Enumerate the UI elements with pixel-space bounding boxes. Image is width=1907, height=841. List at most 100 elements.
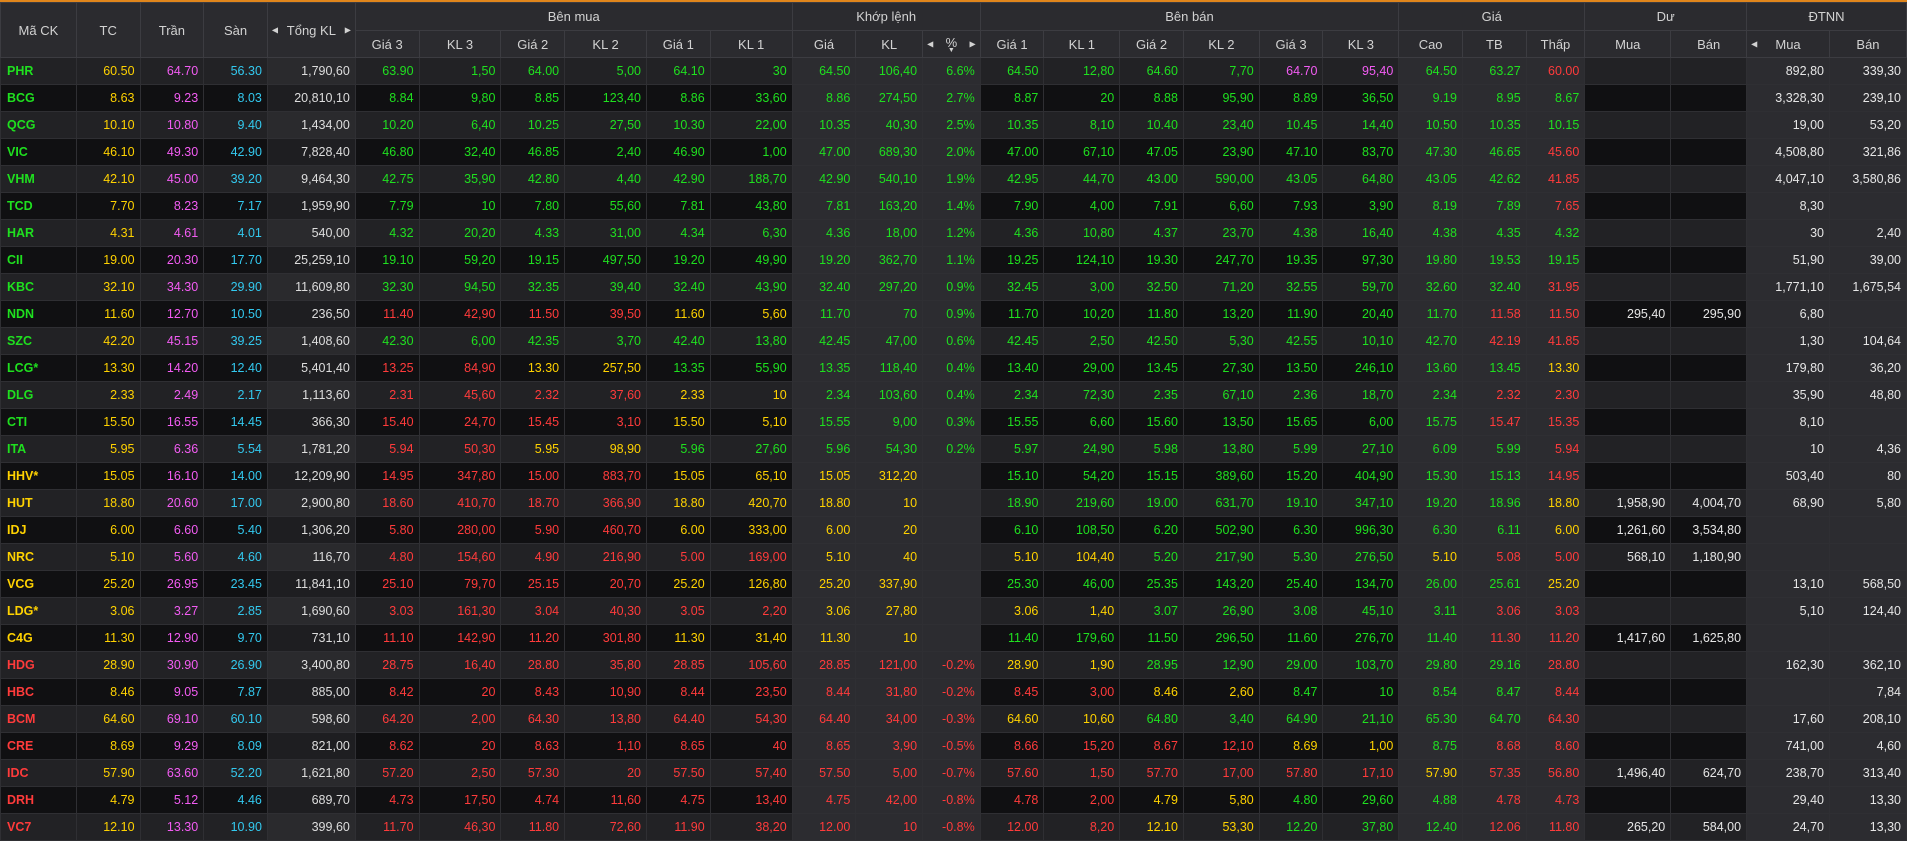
col-buy-5[interactable]: KL 1 (709, 30, 793, 58)
symbol-cell[interactable]: KBC (0, 273, 77, 301)
symbol-cell[interactable]: DLG (0, 381, 77, 409)
symbol-cell[interactable]: TCD (0, 192, 77, 220)
symbol-cell[interactable]: LDG* (0, 597, 77, 625)
symbol-cell[interactable]: IDC (0, 759, 77, 787)
table-row[interactable]: BCM 64.60 69.10 60.10 598,60 64.20 2,00 64.30 13… (0, 705, 1907, 733)
symbol-cell[interactable]: IDJ (0, 516, 77, 544)
buy-cell: 11,60 (564, 786, 647, 814)
col-price-0[interactable]: Cao (1398, 30, 1463, 58)
symbol-cell[interactable]: ITA (0, 435, 77, 463)
table-row[interactable]: VHM 42.10 45.00 39.20 9,464,30 42.75 35,90 42.8… (0, 165, 1907, 193)
col-match-1[interactable]: KL (855, 30, 924, 58)
col-buy-2[interactable]: Giá 2 (500, 30, 566, 58)
col-price-1[interactable]: TB (1461, 30, 1527, 58)
table-row[interactable]: CTI 15.50 16.55 14.45 366,30 15.40 24,70 15.45 3… (0, 408, 1907, 436)
table-row[interactable]: SZC 42.20 45.15 39.25 1,408,60 42.30 6,00 42.35… (0, 327, 1907, 355)
table-row[interactable]: LDG* 3.06 3.27 2.85 1,690,60 3.03 161,30 3.04 40… (0, 597, 1907, 625)
col-remain-0[interactable]: Mua (1584, 30, 1672, 58)
col-sell-4[interactable]: Giá 3 (1258, 30, 1324, 58)
col-match-0[interactable]: Giá (791, 30, 857, 58)
col-sell-5[interactable]: KL 3 (1322, 30, 1400, 58)
symbol-cell[interactable]: DRH (0, 786, 77, 814)
symbol-cell[interactable]: VC7 (0, 813, 77, 841)
scroll-left-icon[interactable]: ◀ (1751, 40, 1757, 49)
table-row[interactable]: KBC 32.10 34.30 29.90 11,609,80 32.30 94,50 32.… (0, 273, 1907, 301)
table-row[interactable]: NDN 11.60 12.70 10.50 236,50 11.40 42,90 11.50 3… (0, 300, 1907, 328)
table-row[interactable]: VIC 46.10 49.30 42.90 7,828,40 46.80 32,40 46.8… (0, 138, 1907, 166)
table-row[interactable]: HBC 8.46 9.05 7.87 885,00 8.42 20 8.43 10,90 8.44… (0, 678, 1907, 706)
symbol-cell[interactable]: SZC (0, 327, 77, 355)
buy-cell: 46.90 (646, 138, 711, 166)
col-foreign-1[interactable]: Bán (1828, 30, 1907, 58)
symbol-cell[interactable]: HAR (0, 219, 77, 247)
symbol-cell[interactable]: HHV* (0, 462, 77, 490)
table-row[interactable]: C4G 11.30 12.90 9.70 731,10 11.10 142,90 11.20 3… (0, 624, 1907, 652)
col-ref[interactable]: TC (75, 2, 141, 58)
col-buy-0[interactable]: Giá 3 (354, 30, 420, 58)
sell-cell: 26,90 (1182, 597, 1260, 625)
match-cell: 47,00 (855, 327, 924, 355)
col-symbol[interactable]: Mã CK (0, 2, 77, 58)
col-match-2[interactable]: ◀% ▼ ▶ (922, 30, 981, 58)
table-row[interactable]: HDG 28.90 30.90 26.90 3,400,80 28.75 16,40 28.8… (0, 651, 1907, 679)
table-row[interactable]: IDJ 6.00 6.60 5.40 1,306,20 5.80 280,00 5.90 460… (0, 516, 1907, 544)
scroll-left-icon[interactable]: ◀ (272, 26, 278, 35)
symbol-cell[interactable]: CRE (0, 732, 77, 760)
sell-cell: 7,70 (1182, 57, 1260, 85)
symbol-cell[interactable]: PHR (0, 57, 77, 85)
col-price-2[interactable]: Thấp (1525, 30, 1586, 58)
table-row[interactable]: ITA 5.95 6.36 5.54 1,781,20 5.94 50,30 5.95 98,9… (0, 435, 1907, 463)
symbol-cell[interactable]: NDN (0, 300, 77, 328)
match-cell: -0.8% (922, 786, 981, 814)
table-row[interactable]: BCG 8.63 9.23 8.03 20,810,10 8.84 9,80 8.85 123,… (0, 84, 1907, 112)
symbol-cell[interactable]: HDG (0, 651, 77, 679)
table-row[interactable]: LCG* 13.30 14.20 12.40 5,401,40 13.25 84,90 13.… (0, 354, 1907, 382)
col-foreign-0[interactable]: ◀ Mua (1746, 30, 1830, 58)
table-row[interactable]: QCG 10.10 10.80 9.40 1,434,00 10.20 6,40 10.25 2… (0, 111, 1907, 139)
symbol-cell[interactable]: CII (0, 246, 77, 274)
price-cell: 10.50 (1398, 111, 1463, 139)
table-row[interactable]: CRE 8.69 9.29 8.09 821,00 8.62 20 8.63 1,10 8.65 4… (0, 732, 1907, 760)
table-row[interactable]: DLG 2.33 2.49 2.17 1,113,60 2.31 45,60 2.32 37,6… (0, 381, 1907, 409)
remain-cell (1584, 732, 1672, 760)
table-row[interactable]: HUT 18.80 20.60 17.00 2,900,80 18.60 410,70 18.… (0, 489, 1907, 517)
col-total-volume[interactable]: ◀ Tổng KL ▶ (266, 2, 356, 58)
col-sell-0[interactable]: Giá 1 (979, 30, 1045, 58)
col-sell-3[interactable]: KL 2 (1182, 30, 1260, 58)
symbol-cell[interactable]: HUT (0, 489, 77, 517)
scroll-right-icon[interactable]: ▶ (970, 40, 976, 49)
col-buy-1[interactable]: KL 3 (418, 30, 502, 58)
scroll-right-icon[interactable]: ▶ (345, 26, 351, 35)
symbol-cell[interactable]: NRC (0, 543, 77, 571)
col-buy-4[interactable]: Giá 1 (646, 30, 711, 58)
col-sell-1[interactable]: KL 1 (1043, 30, 1121, 58)
scroll-left-icon[interactable]: ◀ (927, 40, 933, 49)
table-row[interactable]: NRC 5.10 5.60 4.60 116,70 4.80 154,60 4.90 216,9… (0, 543, 1907, 571)
price-cell: 26.00 (1398, 570, 1463, 598)
table-row[interactable]: PHR 60.50 64.70 56.30 1,790,60 63.90 1,50 64.00… (0, 57, 1907, 85)
match-cell (922, 489, 981, 517)
symbol-cell[interactable]: LCG* (0, 354, 77, 382)
col-remain-1[interactable]: Bán (1670, 30, 1748, 58)
symbol-cell[interactable]: BCM (0, 705, 77, 733)
col-sell-2[interactable]: Giá 2 (1119, 30, 1184, 58)
symbol-cell[interactable]: VCG (0, 570, 77, 598)
table-row[interactable]: TCD 7.70 8.23 7.17 1,959,90 7.79 10 7.80 55,60 7.… (0, 192, 1907, 220)
table-row[interactable]: IDC 57.90 63.60 52.20 1,621,80 57.20 2,50 57.30… (0, 759, 1907, 787)
symbol-cell[interactable]: VIC (0, 138, 77, 166)
table-row[interactable]: VCG 25.20 26.95 23.45 11,841,10 25.10 79,70 25.… (0, 570, 1907, 598)
col-buy-3[interactable]: KL 2 (564, 30, 647, 58)
table-row[interactable]: CII 19.00 20.30 17.70 25,259,10 19.10 59,20 19.… (0, 246, 1907, 274)
table-row[interactable]: VC7 12.10 13.30 10.90 399,60 11.70 46,30 11.80 7… (0, 813, 1907, 841)
symbol-cell[interactable]: BCG (0, 84, 77, 112)
symbol-cell[interactable]: QCG (0, 111, 77, 139)
symbol-cell[interactable]: CTI (0, 408, 77, 436)
table-row[interactable]: HAR 4.31 4.61 4.01 540,00 4.32 20,20 4.33 31,00 4… (0, 219, 1907, 247)
symbol-cell[interactable]: VHM (0, 165, 77, 193)
col-floor[interactable]: Sàn (203, 2, 268, 58)
symbol-cell[interactable]: C4G (0, 624, 77, 652)
symbol-cell[interactable]: HBC (0, 678, 77, 706)
table-row[interactable]: DRH 4.79 5.12 4.46 689,70 4.73 17,50 4.74 11,60 4… (0, 786, 1907, 814)
col-ceiling[interactable]: Trần (139, 2, 205, 58)
table-row[interactable]: HHV* 15.05 16.10 14.00 12,209,90 14.95 347,80 1… (0, 462, 1907, 490)
